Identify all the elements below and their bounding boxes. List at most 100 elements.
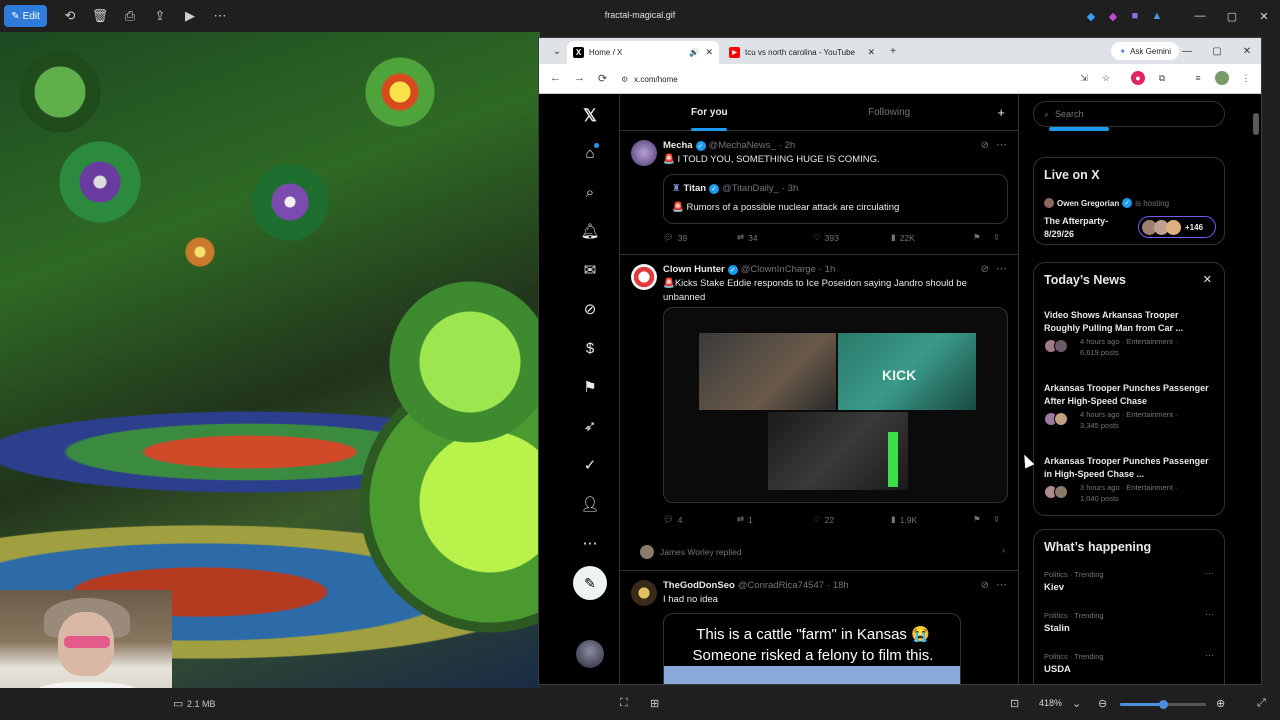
join-space-button[interactable]: +146 (1138, 216, 1216, 238)
live-host[interactable]: Owen Gregorian ✓ is hosting (1044, 198, 1169, 208)
news-item[interactable]: Video Shows Arkansas Trooper Roughly Pul… (1044, 309, 1214, 335)
address-bar[interactable]: ⚙ x.com/home (621, 69, 1071, 89)
chevron-right-icon[interactable]: › (1002, 545, 1005, 555)
add-feed-icon[interactable]: + (997, 105, 1005, 120)
money-icon[interactable]: $ (579, 337, 601, 359)
more-options-icon[interactable]: ⋯ (1205, 568, 1214, 579)
actual-size-icon[interactable]: ⊞ (650, 697, 659, 710)
share-icon[interactable]: ⇪ (145, 5, 175, 27)
bookmark-star-icon[interactable]: ☆ (1099, 71, 1113, 85)
home-icon[interactable]: ⌂ (579, 142, 601, 164)
bookmark-icon[interactable]: ⚑ (973, 232, 981, 243)
verified-icon[interactable]: ✓ (579, 454, 601, 476)
maximize-button[interactable]: ▢ (1203, 41, 1231, 61)
fit-to-window-icon[interactable]: ⛶ (620, 697, 628, 710)
grok-icon[interactable]: ⊘ (579, 298, 601, 320)
tray-app-icon[interactable]: ■ (1124, 0, 1146, 32)
aspect-icon[interactable]: ⊡ (1010, 697, 1019, 710)
avatar[interactable] (631, 140, 657, 166)
close-icon[interactable]: ✕ (1203, 273, 1212, 286)
site-info-icon[interactable]: ⚙ (621, 75, 628, 84)
avatar[interactable] (631, 264, 657, 290)
ask-gemini-button[interactable]: ✦ Ask Gemini (1111, 42, 1179, 60)
compose-post-button[interactable]: ✎ (573, 566, 607, 600)
tab-menu-icon[interactable]: ≡ (1191, 71, 1205, 85)
browser-menu-icon[interactable]: ⋮ (1239, 71, 1253, 85)
new-tab-icon[interactable]: + (879, 41, 907, 61)
close-tab-icon[interactable]: ✕ (705, 47, 713, 58)
tray-app-icon[interactable]: ◆ (1102, 0, 1124, 32)
chevron-down-icon[interactable]: ⌄ (1072, 697, 1081, 710)
space-title[interactable]: The Afterparty- 8/29/26 (1044, 215, 1134, 241)
profile-avatar[interactable] (1215, 71, 1229, 85)
tray-app-icon[interactable]: ▲ (1146, 0, 1168, 32)
extensions-icon[interactable]: ⧉ (1155, 71, 1169, 85)
forward-icon[interactable]: → (574, 72, 585, 84)
tweet[interactable]: Clown Hunter ✓ @ClownInCharge · 1h ⊘ ⋯ 🚨… (620, 256, 1018, 571)
views-button[interactable]: ▮ 1.9K (891, 514, 917, 525)
back-icon[interactable]: ← (550, 72, 561, 84)
share-icon[interactable]: ⇪ (993, 232, 1000, 243)
reply-button[interactable]: 💬︎ 4 (663, 514, 683, 525)
close-tab-icon[interactable]: ✕ (867, 47, 875, 58)
more-options-icon[interactable]: ⋯ (1205, 609, 1214, 620)
tweet-video[interactable]: This is a cattle "farm" in Kansas 😭 Some… (663, 613, 961, 684)
tweet[interactable]: Mecha ✓ @MechaNews_ · 2h ⊘ ⋯ 🚨 I TOLD YO… (620, 132, 1018, 255)
tab-youtube[interactable]: ▶ tcu vs north carolina - YouTube ✕ (723, 41, 881, 64)
delete-icon[interactable]: 🗑 (85, 5, 115, 27)
like-button[interactable]: ♡ 22 (813, 514, 834, 525)
replied-indicator[interactable]: James Worley replied (640, 545, 742, 559)
tray-app-icon[interactable]: ◆ (1080, 0, 1102, 32)
print-icon[interactable]: ⎙ (115, 5, 145, 27)
repost-button[interactable]: ⇄ 1 (737, 514, 753, 525)
more-options-icon[interactable]: ⋯ (996, 578, 1007, 591)
news-item[interactable]: Arkansas Trooper Punches Passenger in Hi… (1044, 455, 1214, 481)
trend-item[interactable]: USDA (1044, 664, 1071, 675)
edit-button[interactable]: ✎ Edit (4, 5, 47, 27)
minimize-button[interactable]: — (1184, 0, 1216, 32)
grok-explain-icon[interactable]: ⊘ (981, 264, 989, 275)
x-logo-icon[interactable]: 𝕏 (579, 105, 601, 127)
rotate-icon[interactable]: ⟲ (55, 5, 85, 27)
grok-explain-icon[interactable]: ⊘ (981, 140, 989, 151)
page-scrollbar[interactable] (1253, 101, 1259, 679)
zoom-in-icon[interactable]: ⊕ (1216, 697, 1225, 710)
maximize-button[interactable]: ▢ (1216, 0, 1248, 32)
search-icon[interactable]: ⌕ (579, 181, 601, 203)
more-icon[interactable]: ⋯ (579, 532, 601, 554)
more-options-icon[interactable]: ⋯ (996, 138, 1007, 151)
notifications-icon[interactable]: 🔔︎ (579, 220, 601, 242)
close-button[interactable]: ✕ (1233, 41, 1261, 61)
tweet-video[interactable]: KICK (663, 307, 1008, 503)
tab-for-you[interactable]: For you (691, 107, 728, 118)
like-button[interactable]: ♡ 393 (813, 232, 839, 243)
tab-following[interactable]: Following (868, 107, 910, 118)
more-options-icon[interactable]: ⋯ (205, 5, 235, 27)
trend-item[interactable]: Kiev (1044, 582, 1064, 593)
bookmarks-icon[interactable]: ⚑ (579, 376, 601, 398)
fullscreen-icon[interactable]: ⤢ (1257, 697, 1266, 710)
messages-icon[interactable]: ✉ (579, 259, 601, 281)
more-options-icon[interactable]: ⋯ (996, 262, 1007, 275)
jobs-icon[interactable]: ➶ (579, 415, 601, 437)
profile-icon[interactable]: 👤︎ (579, 493, 601, 515)
zoom-slider[interactable] (1120, 700, 1206, 709)
quote-tweet[interactable]: ♜ Titan ✓ @TitanDaily_ · 3h 🚨 Rumors of … (663, 174, 1008, 224)
zoom-out-icon[interactable]: ⊖ (1098, 697, 1107, 710)
close-button[interactable]: ✕ (1248, 0, 1280, 32)
repost-button[interactable]: ⇄ 34 (737, 232, 758, 243)
slideshow-icon[interactable]: ▶ (175, 5, 205, 27)
zoom-slider-handle[interactable] (1159, 700, 1168, 709)
trend-item[interactable]: Stalin (1044, 623, 1070, 634)
install-app-icon[interactable]: ⇲ (1077, 71, 1091, 85)
audio-icon[interactable]: 🔊 (689, 48, 699, 57)
minimize-button[interactable]: — (1173, 41, 1201, 61)
reply-button[interactable]: 💬︎ 39 (663, 232, 687, 243)
zoom-level[interactable]: 418% (1039, 698, 1062, 708)
share-icon[interactable]: ⇪ (993, 514, 1000, 525)
search-input[interactable]: ⌕ Search (1033, 101, 1225, 127)
tab-home-x[interactable]: X Home / X 🔊 ✕ (567, 41, 719, 64)
tweet[interactable]: TheGodDonSeo @ConradRica74547 · 18h ⊘ ⋯ … (620, 572, 1018, 684)
reload-icon[interactable]: ⟳ (598, 72, 607, 85)
grok-explain-icon[interactable]: ⊘ (981, 580, 989, 591)
